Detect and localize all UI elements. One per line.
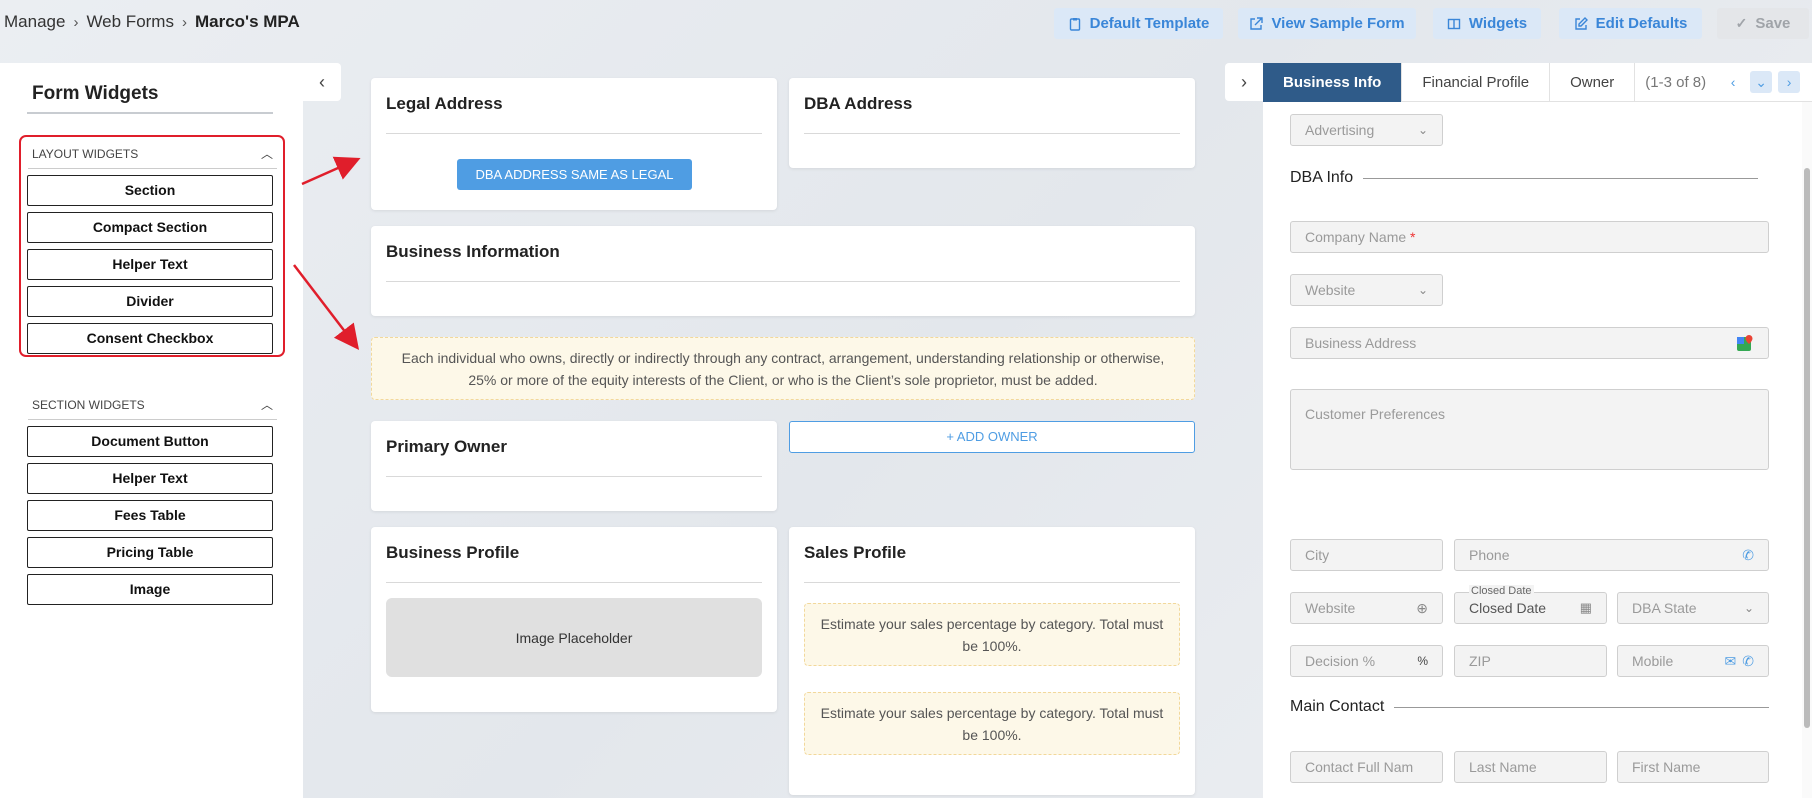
section-title: Primary Owner <box>386 437 507 456</box>
add-owner-button[interactable]: + ADD OWNER <box>789 421 1195 453</box>
pagination-text: (1-3 of 8) <box>1645 73 1707 91</box>
chevron-down-icon: ⌄ <box>1417 123 1428 137</box>
dba-same-as-legal-button[interactable]: DBA ADDRESS SAME AS LEGAL <box>457 159 692 190</box>
required-marker: * <box>1410 229 1416 245</box>
business-profile-section[interactable]: Business Profile Image Placeholder <box>371 527 777 712</box>
preview-panel: Business Info Financial Profile Owner (1… <box>1263 62 1812 798</box>
section-title: Business Profile <box>386 543 520 562</box>
arrow-to-helper-text <box>293 264 360 350</box>
website-field[interactable]: Website ⊕ <box>1290 592 1443 624</box>
preview-tabs: Business Info Financial Profile Owner (1… <box>1263 62 1812 102</box>
customer-preferences-textarea[interactable]: Customer Preferences <box>1290 389 1769 470</box>
divider <box>1363 177 1759 179</box>
divider <box>804 582 1180 583</box>
chevron-down-icon: ⌄ <box>1743 601 1754 615</box>
decision-percent-field[interactable]: Decision %% <box>1290 645 1443 677</box>
sms-icon[interactable]: ✉ <box>1725 653 1737 670</box>
primary-owner-section[interactable]: Primary Owner <box>371 421 777 511</box>
google-maps-icon[interactable] <box>1736 334 1754 352</box>
phone-icon[interactable]: ✆ <box>1742 653 1754 670</box>
collapse-right-button[interactable]: › <box>1225 63 1263 101</box>
business-address-field[interactable]: Business Address <box>1290 327 1769 359</box>
sales-profile-section[interactable]: Sales Profile Estimate your sales percen… <box>789 527 1195 795</box>
percent-icon: % <box>1417 654 1428 668</box>
dba-info-heading: DBA Info <box>1290 169 1759 187</box>
divider <box>386 281 1180 282</box>
sales-helper-text-1[interactable]: Estimate your sales percentage by catego… <box>804 603 1180 666</box>
dba-state-select[interactable]: DBA State ⌄ <box>1617 592 1769 624</box>
section-title: Sales Profile <box>804 543 907 562</box>
legal-address-section[interactable]: Legal Address DBA ADDRESS SAME AS LEGAL <box>371 78 777 210</box>
divider <box>386 133 762 134</box>
divider <box>386 476 762 477</box>
tab-owner[interactable]: Owner <box>1550 62 1636 102</box>
zip-field[interactable]: ZIP <box>1454 645 1607 677</box>
closed-date-field[interactable]: Closed Date Closed Date ▦ <box>1454 585 1607 624</box>
divider <box>1394 706 1770 708</box>
section-title: DBA Address <box>804 94 913 113</box>
globe-icon: ⊕ <box>1416 599 1428 616</box>
advertising-select[interactable]: Advertising ⌄ <box>1290 114 1443 146</box>
first-name-field[interactable]: First Name <box>1617 751 1769 783</box>
chevron-down-icon: ⌄ <box>1417 283 1428 297</box>
dba-address-section[interactable]: DBA Address <box>789 78 1195 168</box>
website-select[interactable]: Website ⌄ <box>1290 274 1443 306</box>
company-name-field[interactable]: Company Name * <box>1290 221 1769 253</box>
floating-label: Closed Date <box>1469 585 1534 597</box>
chevron-right-icon: › <box>1241 71 1247 92</box>
image-placeholder[interactable]: Image Placeholder <box>386 598 762 677</box>
phone-icon: ✆ <box>1742 546 1754 563</box>
prev-page-icon[interactable]: ‹ <box>1722 71 1744 93</box>
divider <box>386 582 762 583</box>
arrow-to-legal-address <box>301 156 361 186</box>
owner-helper-text[interactable]: Each individual who owns, directly or in… <box>371 337 1195 400</box>
divider <box>804 133 1180 134</box>
expand-tabs-icon[interactable]: ⌄ <box>1750 71 1773 93</box>
next-page-icon[interactable]: › <box>1778 71 1801 93</box>
tab-business-info[interactable]: Business Info <box>1263 62 1403 102</box>
section-title: Business Information <box>386 242 560 261</box>
last-name-field[interactable]: Last Name <box>1454 751 1607 783</box>
calendar-icon[interactable]: ▦ <box>1580 600 1592 616</box>
city-field[interactable]: City <box>1290 539 1443 571</box>
scrollbar[interactable] <box>1802 102 1812 798</box>
sales-helper-text-2[interactable]: Estimate your sales percentage by catego… <box>804 692 1180 755</box>
scrollbar-thumb[interactable] <box>1804 168 1810 728</box>
main-contact-heading: Main Contact <box>1290 698 1770 716</box>
section-title: Legal Address <box>386 94 503 113</box>
contact-full-name-field[interactable]: Contact Full Nam <box>1290 751 1443 783</box>
business-information-section[interactable]: Business Information <box>371 226 1195 316</box>
phone-field[interactable]: Phone ✆ <box>1454 539 1769 571</box>
mobile-field[interactable]: Mobile ✉ ✆ <box>1617 645 1769 677</box>
tab-financial-profile[interactable]: Financial Profile <box>1402 62 1551 102</box>
